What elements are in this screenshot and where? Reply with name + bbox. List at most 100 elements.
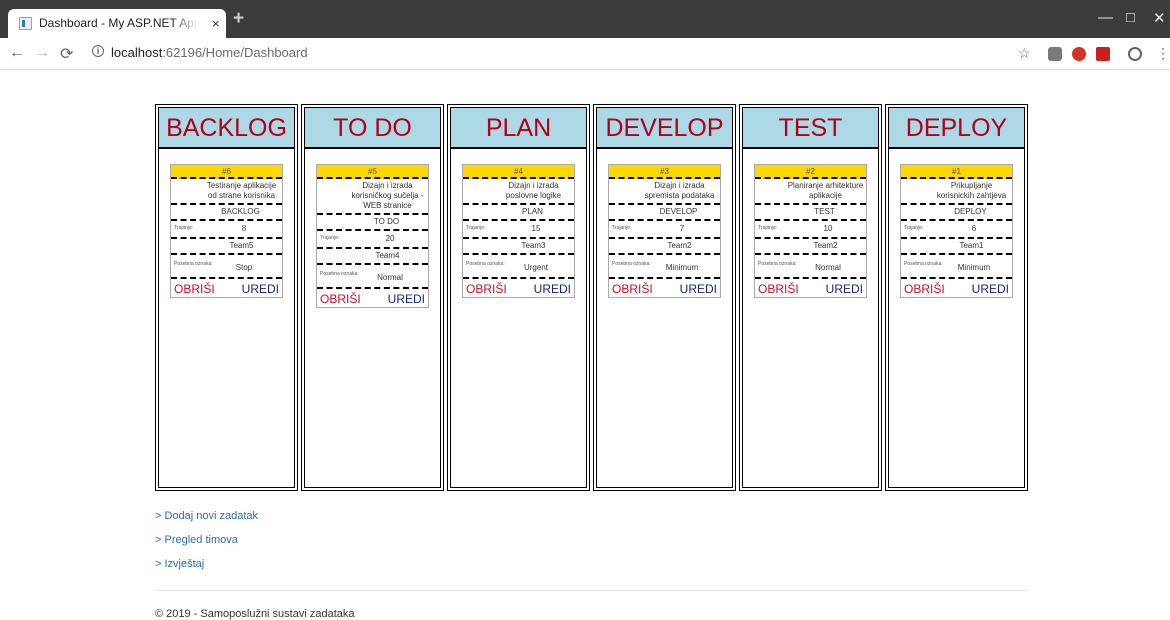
task-description: Planiranje arhitekture aplikacije	[755, 179, 866, 205]
tab-title: Dashboard - My ASP.NET Applica	[39, 16, 199, 30]
delete-task-link[interactable]: OBRIŠI	[904, 282, 945, 296]
task-number: #3	[609, 165, 720, 179]
tag-value: Minimum	[665, 263, 699, 272]
duration-value: 10	[823, 224, 833, 233]
column-backlog: BACKLOG #6 Testiranje aplikacije od stra…	[155, 104, 298, 491]
forward-arrow-icon[interactable]: →	[34, 44, 50, 62]
task-tag-row: Posebna oznaka: Normal	[755, 255, 866, 279]
url-host: localhost	[111, 45, 163, 60]
new-tab-button[interactable]: +	[233, 8, 244, 30]
tag-value: Normal	[815, 263, 841, 272]
page-footer: © 2019 - Samoposlužni sustavi zadataka	[155, 608, 355, 620]
task-number: #4	[463, 165, 574, 179]
edit-task-link[interactable]: UREDI	[388, 292, 425, 306]
delete-task-link[interactable]: OBRIŠI	[466, 282, 507, 296]
task-description: Dizajn i izrada spremista podataka	[609, 179, 720, 205]
task-description: Dizajn i izrada poslovne logike	[463, 179, 574, 205]
edit-task-link[interactable]: UREDI	[534, 282, 571, 296]
add-task-link[interactable]: > Dodaj novi zadatak	[155, 510, 258, 534]
site-info-icon[interactable]: i	[92, 45, 104, 57]
task-number: #1	[901, 165, 1012, 179]
task-tag-row: Posebna oznaka: Minimum	[901, 255, 1012, 279]
column-header: BACKLOG	[159, 108, 294, 149]
duration-value: 15	[531, 224, 541, 233]
task-stage: PLAN	[463, 205, 574, 221]
task-duration-row: Trajanje: 15	[463, 221, 574, 239]
edit-task-link[interactable]: UREDI	[680, 282, 717, 296]
browser-tab-bar: Dashboard - My ASP.NET Applica × + — □ ✕	[0, 0, 1170, 38]
task-team: Team2	[609, 239, 720, 255]
close-window-button[interactable]: ✕	[1153, 9, 1166, 27]
teams-overview-link[interactable]: > Pregled timova	[155, 534, 258, 558]
address-url: localhost:62196/Home/Dashboard	[111, 45, 308, 60]
task-stage: DEVELOP	[609, 205, 720, 221]
task-number: #6	[171, 165, 282, 179]
tag-value: Stop	[235, 263, 253, 272]
task-team: Team2	[755, 239, 866, 255]
tag-value: Normal	[377, 273, 403, 282]
duration-value: 7	[679, 224, 685, 233]
task-actions: OBRIŠI UREDI	[317, 289, 428, 307]
task-card: #6 Testiranje aplikacije od strane koris…	[170, 164, 283, 298]
duration-label: Trajanje:	[758, 225, 778, 231]
duration-label: Trajanje:	[466, 225, 486, 231]
task-tag-row: Posebna oznaka: Urgent	[463, 255, 574, 279]
duration-label: Trajanje:	[904, 225, 924, 231]
task-number: #2	[755, 165, 866, 179]
extension-pdf-icon[interactable]	[1096, 47, 1110, 61]
task-description: Prikupljanje korisnickih zahtjeva	[901, 179, 1012, 205]
reload-icon[interactable]: ⟳	[60, 44, 73, 64]
task-actions: OBRIŠI UREDI	[171, 279, 282, 297]
task-duration-row: Trajanje: 20	[317, 231, 428, 249]
task-stage: DEPLOY	[901, 205, 1012, 221]
report-link[interactable]: > Izvještaj	[155, 558, 258, 582]
back-arrow-icon[interactable]: ←	[9, 44, 25, 62]
browser-tab[interactable]: Dashboard - My ASP.NET Applica ×	[8, 9, 226, 38]
task-card: #1 Prikupljanje korisnickih zahtjeva DEP…	[900, 164, 1013, 298]
task-card: #3 Dizajn i izrada spremista podataka DE…	[608, 164, 721, 298]
task-card: #2 Planiranje arhitekture aplikacije TES…	[754, 164, 867, 298]
column-header: DEVELOP	[597, 108, 732, 149]
task-description: Dizajn i izrada korisničkog sučelja - WE…	[317, 179, 428, 215]
task-duration-row: Trajanje: 6	[901, 221, 1012, 239]
duration-label: Trajanje:	[612, 225, 632, 231]
tag-value: Urgent	[523, 263, 548, 272]
delete-task-link[interactable]: OBRIŠI	[174, 282, 215, 296]
column-header: DEPLOY	[889, 108, 1024, 149]
duration-value: 8	[241, 224, 247, 233]
column-test: TEST #2 Planiranje arhitekture aplikacij…	[739, 104, 882, 491]
column-header: TO DO	[305, 108, 440, 149]
tab-close-icon[interactable]: ×	[212, 16, 220, 31]
duration-label: Trajanje:	[320, 235, 340, 241]
page-favicon-icon	[19, 17, 32, 30]
task-actions: OBRIŠI UREDI	[463, 279, 574, 297]
browser-menu-icon[interactable]: ⋮	[1156, 45, 1170, 62]
task-tag-row: Posebna oznaka: Normal	[317, 265, 428, 289]
task-tag-row: Posebna oznaka: Stop	[171, 255, 282, 279]
profile-avatar-icon[interactable]	[1128, 47, 1142, 61]
column-header: TEST	[743, 108, 878, 149]
edit-task-link[interactable]: UREDI	[242, 282, 279, 296]
task-duration-row: Trajanje: 7	[609, 221, 720, 239]
duration-value: 6	[971, 224, 977, 233]
extension-drive-icon[interactable]	[1048, 47, 1062, 61]
edit-task-link[interactable]: UREDI	[972, 282, 1009, 296]
delete-task-link[interactable]: OBRIŠI	[320, 292, 361, 306]
extension-yandex-icon[interactable]	[1072, 47, 1086, 61]
bookmark-star-icon[interactable]: ☆	[1018, 45, 1031, 62]
task-number: #5	[317, 165, 428, 179]
tag-value: Minimum	[957, 263, 991, 272]
edit-task-link[interactable]: UREDI	[826, 282, 863, 296]
task-actions: OBRIŠI UREDI	[755, 279, 866, 297]
maximize-window-button[interactable]: □	[1126, 9, 1135, 26]
task-team: Team3	[463, 239, 574, 255]
task-card: #4 Dizajn i izrada poslovne logike PLAN …	[462, 164, 575, 298]
footer-divider	[155, 590, 1028, 591]
column-develop: DEVELOP #3 Dizajn i izrada spremista pod…	[593, 104, 736, 491]
task-description: Testiranje aplikacije od strane korisnik…	[171, 179, 282, 205]
minimize-window-button[interactable]: —	[1098, 9, 1113, 26]
address-bar[interactable]: i localhost:62196/Home/Dashboard	[86, 42, 1016, 66]
delete-task-link[interactable]: OBRIŠI	[758, 282, 799, 296]
delete-task-link[interactable]: OBRIŠI	[612, 282, 653, 296]
column-plan: PLAN #4 Dizajn i izrada poslovne logike …	[447, 104, 590, 491]
